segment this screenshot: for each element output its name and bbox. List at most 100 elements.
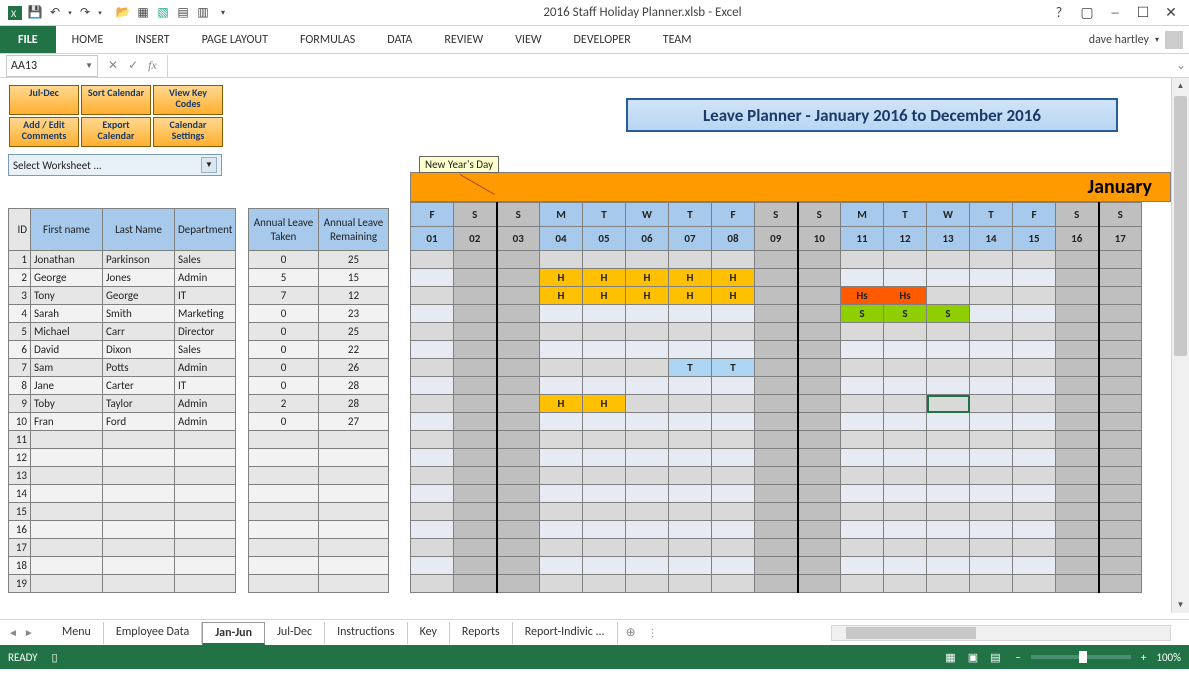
leave-row[interactable]: 022 — [249, 341, 389, 359]
help-icon[interactable]: ? — [1047, 3, 1071, 23]
date-header[interactable]: 17 — [1099, 227, 1142, 251]
cell[interactable]: 25 — [319, 251, 389, 269]
undo-dropdown-icon[interactable]: ▾ — [66, 4, 74, 22]
calendar-cell[interactable] — [540, 449, 583, 467]
calendar-cell[interactable] — [841, 359, 884, 377]
calendar-cell[interactable] — [626, 413, 669, 431]
cell[interactable] — [103, 485, 175, 503]
cell[interactable] — [175, 467, 236, 485]
day-header[interactable]: W — [626, 203, 669, 227]
calendar-row[interactable] — [411, 413, 1142, 431]
calendar-cell[interactable] — [927, 395, 970, 413]
staff-row[interactable]: 10FranFordAdmin — [9, 413, 236, 431]
calendar-cell[interactable] — [454, 359, 497, 377]
day-header[interactable]: M — [841, 203, 884, 227]
cell[interactable] — [175, 539, 236, 557]
staff-row[interactable]: 15 — [9, 503, 236, 521]
staff-row[interactable]: 14 — [9, 485, 236, 503]
staff-row[interactable]: 11 — [9, 431, 236, 449]
calendar-cell[interactable] — [798, 251, 841, 269]
cell[interactable]: Jane — [31, 377, 103, 395]
calendar-cell[interactable] — [1013, 305, 1056, 323]
calendar-cell[interactable] — [669, 413, 712, 431]
cell[interactable] — [175, 449, 236, 467]
user-area[interactable]: dave hartley ▾ — [1089, 26, 1183, 54]
cell[interactable]: 12 — [9, 449, 31, 467]
cell[interactable] — [31, 503, 103, 521]
calendar-cell[interactable] — [712, 467, 755, 485]
staff-header[interactable]: Last Name — [103, 209, 175, 251]
leave-row[interactable] — [249, 521, 389, 539]
calendar-cell[interactable] — [884, 341, 927, 359]
date-header[interactable]: 03 — [497, 227, 540, 251]
calendar-cell[interactable] — [626, 251, 669, 269]
leave-row[interactable]: 026 — [249, 359, 389, 377]
cell[interactable]: 28 — [319, 395, 389, 413]
calendar-cell[interactable] — [497, 269, 540, 287]
zoom-in-icon[interactable]: + — [1141, 651, 1146, 664]
calendar-row[interactable]: HHHHH — [411, 269, 1142, 287]
calendar-cell[interactable] — [712, 413, 755, 431]
cell[interactable]: Fran — [31, 413, 103, 431]
calendar-cell[interactable] — [1099, 557, 1142, 575]
calendar-cell[interactable] — [712, 341, 755, 359]
calendar-row[interactable] — [411, 503, 1142, 521]
calendar-cell[interactable] — [1013, 395, 1056, 413]
calendar-cell[interactable] — [583, 485, 626, 503]
calendar-cell[interactable] — [841, 503, 884, 521]
calendar-cell[interactable] — [884, 539, 927, 557]
cell[interactable] — [249, 467, 319, 485]
cell[interactable]: Jonathan — [31, 251, 103, 269]
staff-header[interactable]: ID — [9, 209, 31, 251]
calendar-cell[interactable] — [540, 557, 583, 575]
calendar-cell[interactable] — [755, 377, 798, 395]
formula-input[interactable] — [167, 55, 1173, 77]
tab-review[interactable]: REVIEW — [428, 26, 499, 53]
calendar-cell[interactable] — [1056, 377, 1099, 395]
calendar-cell[interactable] — [755, 557, 798, 575]
calendar-cell[interactable] — [970, 323, 1013, 341]
staff-row[interactable]: 5MichaelCarrDirector — [9, 323, 236, 341]
calendar-cell[interactable] — [497, 377, 540, 395]
calendar-row[interactable] — [411, 467, 1142, 485]
calendar-cell[interactable] — [669, 323, 712, 341]
calendar-cell[interactable] — [1099, 575, 1142, 593]
calendar-cell[interactable]: T — [669, 359, 712, 377]
cell[interactable] — [249, 575, 319, 593]
calendar-cell[interactable] — [884, 485, 927, 503]
cell[interactable]: Tony — [31, 287, 103, 305]
cell[interactable] — [103, 539, 175, 557]
calendar-cell[interactable] — [497, 485, 540, 503]
calendar-cell[interactable] — [411, 485, 454, 503]
calendar-cell[interactable]: Hs — [841, 287, 884, 305]
calendar-cell[interactable] — [798, 449, 841, 467]
calendar-cell[interactable] — [669, 575, 712, 593]
calendar-cell[interactable] — [927, 287, 970, 305]
calendar-row[interactable] — [411, 539, 1142, 557]
day-header[interactable]: S — [1056, 203, 1099, 227]
calendar-cell[interactable] — [970, 485, 1013, 503]
scroll-thumb[interactable] — [1174, 96, 1187, 356]
calendar-cell[interactable] — [1013, 359, 1056, 377]
calendar-cell[interactable] — [583, 341, 626, 359]
tab-team[interactable]: TEAM — [647, 26, 708, 53]
calendar-cell[interactable] — [411, 323, 454, 341]
calendar-cell[interactable] — [1013, 467, 1056, 485]
formula-expand-icon[interactable]: ⌄ — [1173, 58, 1189, 73]
calendar-cell[interactable] — [454, 377, 497, 395]
cell[interactable]: 27 — [319, 413, 389, 431]
calendar-cell[interactable] — [669, 557, 712, 575]
user-dropdown-icon[interactable]: ▾ — [1155, 35, 1159, 45]
calendar-cell[interactable] — [1056, 251, 1099, 269]
cell[interactable]: Admin — [175, 413, 236, 431]
calendar-cell[interactable]: H — [669, 287, 712, 305]
calendar-cell[interactable]: H — [540, 269, 583, 287]
cell[interactable]: Carter — [103, 377, 175, 395]
calendar-cell[interactable]: H — [540, 287, 583, 305]
calendar-cell[interactable] — [927, 539, 970, 557]
cell[interactable] — [319, 521, 389, 539]
calendar-cell[interactable] — [454, 341, 497, 359]
staff-row[interactable]: 18 — [9, 557, 236, 575]
cell[interactable]: Ford — [103, 413, 175, 431]
day-header[interactable]: T — [970, 203, 1013, 227]
